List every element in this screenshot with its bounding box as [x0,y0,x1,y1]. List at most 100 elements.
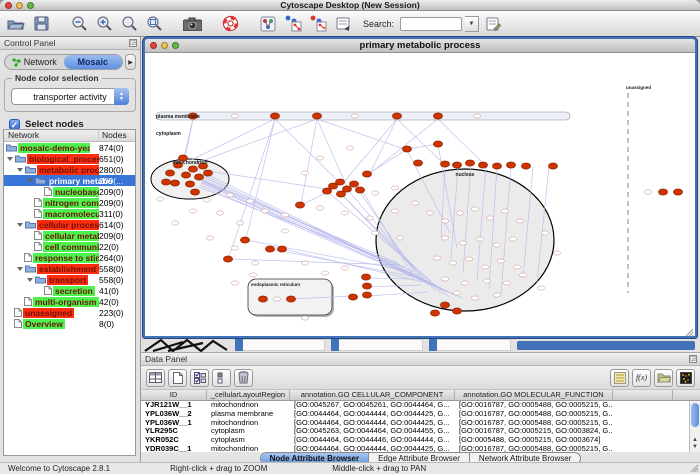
zoom-selected-button[interactable] [118,13,140,34]
network-node[interactable] [449,261,456,265]
control-panel-float-button[interactable]: ◲ [129,39,137,47]
network-node-selected[interactable] [188,166,197,172]
network-node[interactable] [483,279,490,283]
table-cell[interactable]: mitochondrion [207,401,290,410]
formula-builder-button[interactable]: f(x) [632,369,651,387]
network-node[interactable] [251,261,258,265]
network-node[interactable] [281,213,288,217]
network-node[interactable] [509,237,516,241]
window-thumbnail[interactable] [235,339,325,351]
tree-row[interactable]: transport558(0) [4,274,135,285]
table-cell[interactable]: YJR121W__1 [141,401,207,410]
annotation-button[interactable] [332,13,354,34]
scrollbar-arrows[interactable]: ▲▼ [690,437,700,451]
network-node-selected[interactable] [165,170,174,176]
network-node-selected[interactable] [362,292,371,298]
network-node[interactable] [503,281,510,285]
network-node[interactable] [236,221,243,225]
table-row[interactable]: YLR295Ccytoplasm[GO:0045263, GO:0044464,… [141,427,700,436]
network-node[interactable] [465,257,472,261]
network-node[interactable] [231,114,238,118]
table-cell[interactable]: [GO:0044464, GO:0044444, GO:0044425, G..… [290,419,455,428]
network-node-selected[interactable] [440,161,449,167]
table-scrollbar[interactable]: ▲▼ [689,401,700,452]
table-cell[interactable]: [GO:0016787, GO:0005488, GO:0005215, G..… [455,410,613,419]
network-node[interactable] [481,265,488,269]
network-node[interactable] [301,171,308,175]
zoom-out-button[interactable] [68,13,90,34]
tree-row[interactable]: cellular process614(0) [4,219,135,230]
network-node-selected[interactable] [170,180,179,186]
vizmapper-button[interactable] [257,13,279,34]
tree-row[interactable]: response to stimulu264(0) [4,252,135,263]
network-node[interactable] [316,156,323,160]
network-node[interactable] [341,211,348,215]
network-node[interactable] [341,266,348,270]
expand-arrow-icon[interactable] [27,278,33,282]
tree-row[interactable]: nucleobase-209(0) [4,186,135,197]
matrix-view-button[interactable] [676,369,695,387]
network-node[interactable] [301,316,308,320]
network-node[interactable] [537,286,544,290]
table-cell[interactable]: [GO:0016787, GO:0005488, GO:0005215, G..… [455,401,613,410]
tree-row[interactable]: primary metabo209(... [4,175,135,186]
attribute-table-button[interactable] [146,369,165,387]
network-node[interactable] [366,216,373,220]
network-node-selected[interactable] [452,162,461,168]
tree-row[interactable]: biological_process651(0) [4,153,135,164]
table-cell[interactable]: [GO:0044464, GO:0044444, GO:0044425, G..… [290,445,455,452]
new-attribute-button[interactable] [168,369,187,387]
tree-column-network[interactable]: Network [4,130,99,141]
layout-b-button[interactable] [307,13,329,34]
network-node-selected[interactable] [355,187,364,193]
network-node-selected[interactable] [270,113,279,119]
table-cell[interactable]: plasma membrane [207,410,290,419]
network-node-selected[interactable] [349,181,358,187]
table-row[interactable]: YPL036W__1mitochondrion[GO:0044464, GO:0… [141,419,700,428]
layout-a-button[interactable] [282,13,304,34]
network-node[interactable] [493,243,500,247]
network-node[interactable] [513,265,520,269]
network-node[interactable] [273,297,280,301]
network-node[interactable] [321,271,328,275]
network-node[interactable] [471,296,478,300]
network-node[interactable] [476,237,483,241]
column-header[interactable]: annotation.GO MOLECULAR_FUNCTION [455,390,613,400]
network-node[interactable] [246,199,253,203]
network-node-selected[interactable] [161,179,170,185]
network-node[interactable] [441,236,448,240]
network-node[interactable] [461,281,468,285]
network-node[interactable] [203,198,210,202]
network-node[interactable] [497,259,504,263]
import-attributes-button[interactable] [654,369,673,387]
table-cell[interactable]: YPL036W__1 [141,419,207,428]
window-thumbnail[interactable] [429,339,511,351]
network-node[interactable] [206,236,213,240]
network-node-selected[interactable] [194,174,203,180]
network-node-selected[interactable] [413,160,422,166]
table-cell[interactable]: [GO:0016787, GO:0005488, GO:0005215, G..… [455,445,613,452]
select-attributes-button[interactable] [190,369,209,387]
network-node[interactable] [471,207,478,211]
resize-grip-icon[interactable] [690,464,699,473]
table-row[interactable]: YKR052Ccytoplasm[GO:0044464, GO:0044446,… [141,436,700,445]
tree-row[interactable]: macromolecule311(0) [4,208,135,219]
tree-row[interactable]: multi-organism pro42(0) [4,296,135,307]
network-node[interactable] [281,229,288,233]
table-cell[interactable]: cytoplasm [207,436,290,445]
network-node[interactable] [371,191,378,195]
network-node[interactable] [411,201,418,205]
table-cell[interactable]: [GO:0005488, GO:0005215, GO:0003674] [455,436,613,445]
network-node-selected[interactable] [295,202,304,208]
network-node-selected[interactable] [336,191,345,197]
network-node[interactable] [519,273,526,277]
table-cell[interactable]: [GO:0016787, GO:0005215, GO:0003824, G..… [455,427,613,436]
network-node[interactable] [396,236,403,240]
open-session-button[interactable] [5,13,27,34]
network-node[interactable] [316,206,323,210]
overview-thumbnail[interactable] [143,338,229,352]
network-node-selected[interactable] [181,172,190,178]
save-session-button[interactable] [30,13,52,34]
network-node-selected[interactable] [348,294,357,300]
data-panel-float-button[interactable]: ◲ [689,355,697,363]
